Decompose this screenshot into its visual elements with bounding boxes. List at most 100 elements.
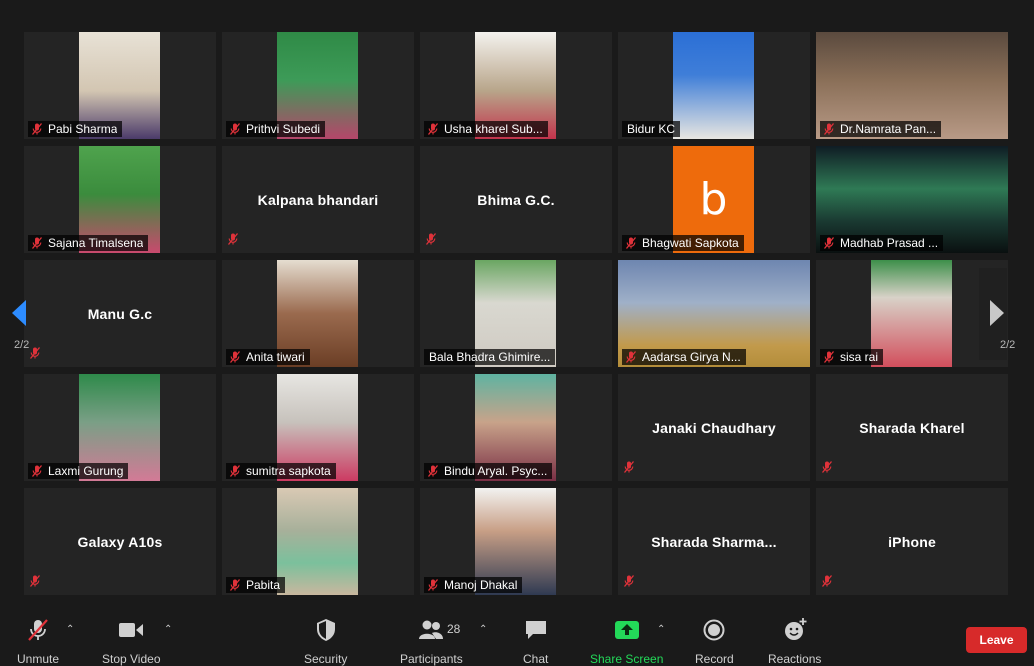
participant-tile[interactable]: Madhab Prasad ... xyxy=(816,146,1008,253)
chat-bubble-icon xyxy=(525,621,546,639)
participant-label: Manoj Dhakal xyxy=(424,577,523,593)
participant-name: Bala Bhadra Ghimire... xyxy=(429,350,551,364)
microphone-muted-icon xyxy=(821,461,833,473)
microphone-muted-icon xyxy=(428,579,438,591)
participant-tile[interactable]: Pabi Sharma xyxy=(24,32,216,139)
participants-icon xyxy=(419,620,444,639)
participant-name-center: iPhone xyxy=(888,533,936,550)
participant-name: Aadarsa Girya N... xyxy=(642,350,741,364)
participant-label: Bindu Aryal. Psyc... xyxy=(424,463,553,479)
microphone-muted-icon xyxy=(32,237,42,249)
participant-tile[interactable]: Manoj Dhakal xyxy=(420,488,612,595)
microphone-muted-icon xyxy=(623,461,635,473)
participant-video xyxy=(277,488,358,595)
participant-tile[interactable]: iPhone xyxy=(816,488,1008,595)
participant-tile[interactable]: Galaxy A10s xyxy=(24,488,216,595)
microphone-muted-icon xyxy=(425,233,437,245)
leave-button[interactable]: Leave xyxy=(966,627,1027,653)
mute-indicator xyxy=(821,574,833,592)
reactions-button[interactable]: Reactions xyxy=(768,618,821,666)
stop-video-button[interactable]: Stop Video xyxy=(102,618,161,666)
participant-tile[interactable]: Sajana Timalsena xyxy=(24,146,216,253)
participant-tile[interactable]: Sharada Kharel xyxy=(816,374,1008,481)
participant-name: Usha kharel Sub... xyxy=(444,122,543,136)
participant-tile[interactable]: Bidur KC xyxy=(618,32,810,139)
participant-label: sumitra sapkota xyxy=(226,463,336,479)
mute-indicator xyxy=(623,460,635,478)
security-label: Security xyxy=(304,652,348,666)
microphone-muted-icon xyxy=(824,351,834,363)
participant-name: Madhab Prasad ... xyxy=(840,236,939,250)
participant-label: Bhagwati Sapkota xyxy=(622,235,744,251)
participant-name: Dr.Namrata Pan... xyxy=(840,122,937,136)
microphone-muted-icon xyxy=(227,233,239,245)
participant-name-center: Sharada Sharma... xyxy=(651,533,777,550)
participant-tile[interactable]: Bala Bhadra Ghimire... xyxy=(420,260,612,367)
participant-name-center: Sharada Kharel xyxy=(859,419,965,436)
participant-video xyxy=(673,32,754,139)
microphone-muted-icon xyxy=(29,575,41,587)
unmute-button[interactable]: Unmute xyxy=(17,618,59,666)
participant-tile[interactable]: Anita tiwari xyxy=(222,260,414,367)
microphone-muted-icon xyxy=(230,465,240,477)
mute-indicator xyxy=(821,460,833,478)
participant-tile[interactable]: Janaki Chaudhary xyxy=(618,374,810,481)
participant-tile[interactable]: Laxmi Gurung xyxy=(24,374,216,481)
microphone-muted-icon xyxy=(28,619,48,641)
microphone-muted-icon xyxy=(623,575,635,587)
participant-label: Bidur KC xyxy=(622,121,681,137)
participant-tile[interactable]: sumitra sapkota xyxy=(222,374,414,481)
participant-name: Bindu Aryal. Psyc... xyxy=(444,464,548,478)
participants-options-caret[interactable]: ⌃ xyxy=(479,624,487,635)
participant-label: sisa rai xyxy=(820,349,884,365)
microphone-muted-icon xyxy=(32,123,42,135)
participant-tile[interactable]: Sharada Sharma... xyxy=(618,488,810,595)
smiley-plus-icon xyxy=(784,618,807,640)
participant-label: Bala Bhadra Ghimire... xyxy=(424,349,556,365)
participant-tile[interactable]: Manu G.c xyxy=(24,260,216,367)
participant-name: Pabi Sharma xyxy=(48,122,118,136)
share-options-caret[interactable]: ⌃ xyxy=(657,624,665,635)
share-screen-button[interactable]: Share Screen xyxy=(590,618,663,666)
participant-tile[interactable]: Bindu Aryal. Psyc... xyxy=(420,374,612,481)
audio-options-caret[interactable]: ⌃ xyxy=(66,624,74,635)
participant-name-center: Manu G.c xyxy=(87,305,153,322)
participants-label: Participants xyxy=(400,652,463,666)
participant-name: Bidur KC xyxy=(627,122,676,136)
video-options-caret[interactable]: ⌃ xyxy=(164,624,172,635)
participant-label: Aadarsa Girya N... xyxy=(622,349,746,365)
participant-name: Bhagwati Sapkota xyxy=(642,236,739,250)
participant-tile[interactable]: Pabita xyxy=(222,488,414,595)
participant-tile[interactable]: Kalpana bhandari xyxy=(222,146,414,253)
participant-label: Usha kharel Sub... xyxy=(424,121,548,137)
microphone-muted-icon xyxy=(29,347,41,359)
mute-indicator xyxy=(29,574,41,592)
participant-tile[interactable]: Prithvi Subedi xyxy=(222,32,414,139)
shield-icon xyxy=(316,619,335,641)
mute-indicator xyxy=(227,232,239,250)
participant-label: Pabi Sharma xyxy=(28,121,123,137)
security-button[interactable]: Security xyxy=(304,618,347,666)
microphone-muted-icon xyxy=(824,237,834,249)
unmute-label: Unmute xyxy=(17,652,60,666)
microphone-muted-icon xyxy=(428,465,438,477)
participant-video xyxy=(871,260,952,367)
video-camera-icon xyxy=(119,623,144,637)
participant-tile[interactable]: Bhima G.C. xyxy=(420,146,612,253)
participant-tile[interactable]: Usha kharel Sub... xyxy=(420,32,612,139)
page-indicator-right: 2/2 xyxy=(1000,339,1016,351)
participant-name-center: Janaki Chaudhary xyxy=(652,419,776,436)
participant-tile[interactable]: Aadarsa Girya N... xyxy=(618,260,810,367)
stop-video-label: Stop Video xyxy=(102,652,161,666)
record-label: Record xyxy=(695,652,734,666)
participants-count: 28 xyxy=(447,622,461,636)
participant-name: Manoj Dhakal xyxy=(444,578,518,592)
participant-name-center: Bhima G.C. xyxy=(477,191,555,208)
chat-button[interactable]: Chat xyxy=(523,618,548,666)
participant-tile[interactable]: Dr.Namrata Pan... xyxy=(816,32,1008,139)
record-button[interactable]: Record xyxy=(695,618,734,666)
meeting-toolbar: Unmute ⌃ Stop Video ⌃ Security Participa… xyxy=(0,610,1034,666)
microphone-muted-icon xyxy=(824,123,834,135)
participant-name-center: Galaxy A10s xyxy=(77,533,163,550)
participant-tile[interactable]: b Bhagwati Sapkota xyxy=(618,146,810,253)
